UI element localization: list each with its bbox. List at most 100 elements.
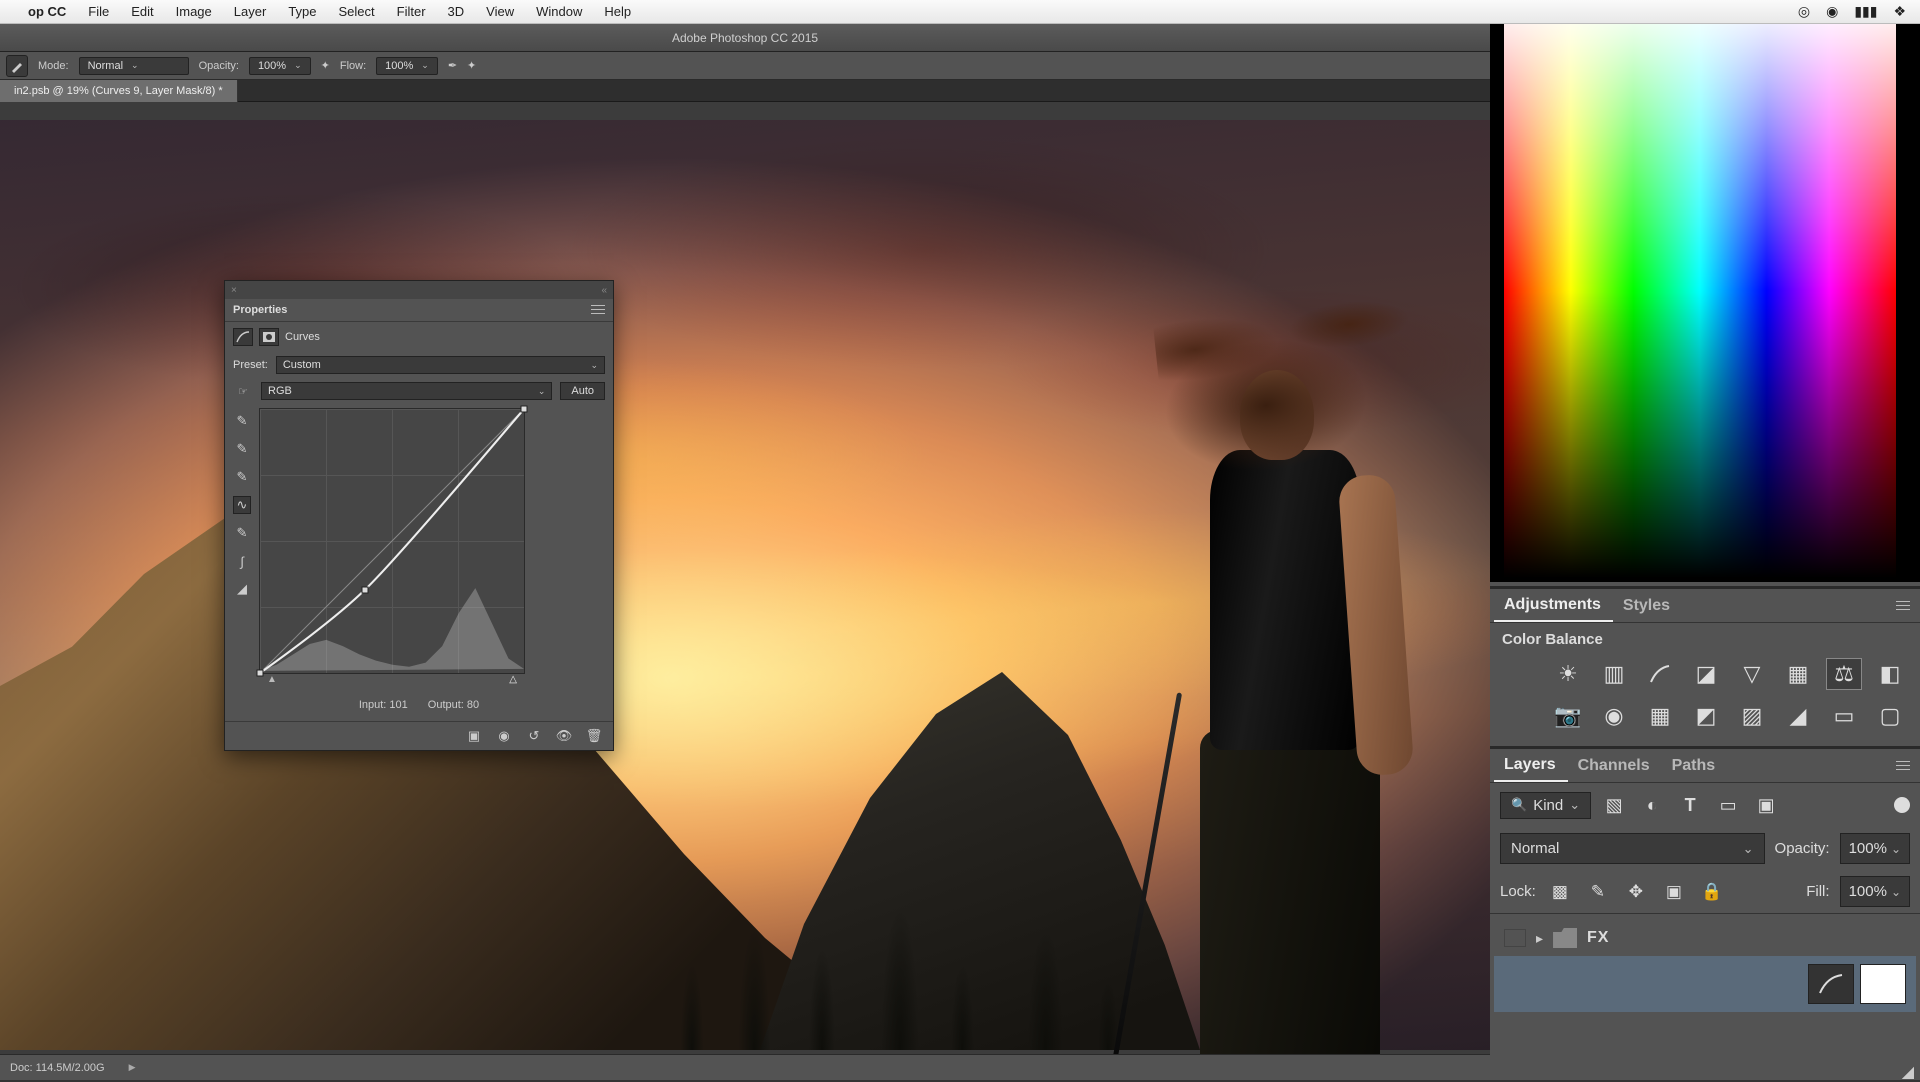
menu-view[interactable]: View bbox=[486, 4, 514, 19]
adjustment-thumbnail[interactable] bbox=[1808, 964, 1854, 1004]
tab-layers[interactable]: Layers bbox=[1494, 750, 1568, 782]
clip-to-layer-icon[interactable]: ▣ bbox=[465, 728, 483, 744]
layer-row-selected[interactable] bbox=[1494, 956, 1916, 1012]
mask-thumbnail[interactable] bbox=[1860, 964, 1906, 1004]
filter-pixel-icon[interactable]: ▧ bbox=[1599, 791, 1629, 819]
document-tab[interactable]: in2.psb @ 19% (Curves 9, Layer Mask/8) * bbox=[0, 80, 238, 102]
black-point-slider[interactable]: ▲ bbox=[267, 674, 277, 685]
eyedropper-gray-icon[interactable]: ✎ bbox=[233, 440, 251, 458]
filter-shape-icon[interactable]: ▭ bbox=[1713, 791, 1743, 819]
layer-opacity-input[interactable]: 100%⌄ bbox=[1840, 833, 1910, 864]
toggle-visibility-icon[interactable]: 👁 bbox=[555, 728, 573, 744]
posterize-icon[interactable]: ▨ bbox=[1734, 700, 1770, 732]
panel-menu-icon[interactable] bbox=[1896, 601, 1910, 611]
opacity-input[interactable]: 100%⌄ bbox=[249, 57, 311, 75]
color-lookup-icon[interactable]: ▦ bbox=[1642, 700, 1678, 732]
curve-point-highlights[interactable] bbox=[521, 406, 528, 413]
battery-icon[interactable]: ▮▮▮ bbox=[1854, 3, 1877, 20]
eyedropper-white-icon[interactable]: ✎ bbox=[233, 468, 251, 486]
menu-edit[interactable]: Edit bbox=[131, 4, 153, 19]
delete-adjustment-icon[interactable]: 🗑 bbox=[585, 728, 603, 744]
filter-toggle[interactable] bbox=[1894, 797, 1910, 813]
layer-list[interactable]: ▸ FX bbox=[1490, 914, 1920, 1018]
histogram-options-icon[interactable]: ◢ bbox=[233, 580, 251, 598]
tab-styles[interactable]: Styles bbox=[1613, 591, 1682, 621]
menu-help[interactable]: Help bbox=[604, 4, 631, 19]
hue-saturation-icon[interactable]: ▦ bbox=[1780, 658, 1816, 690]
photo-filter-icon[interactable]: 📷 bbox=[1550, 700, 1586, 732]
panel-menu-icon[interactable] bbox=[1896, 761, 1910, 771]
doc-size[interactable]: Doc: 114.5M/2.00G bbox=[10, 1062, 105, 1074]
tool-preset-picker[interactable] bbox=[6, 55, 28, 77]
layer-name[interactable]: FX bbox=[1587, 929, 1609, 947]
menu-type[interactable]: Type bbox=[288, 4, 316, 19]
preset-select[interactable]: Custom⌄ bbox=[276, 356, 605, 374]
menu-3d[interactable]: 3D bbox=[448, 4, 465, 19]
edit-points-icon[interactable]: ∿ bbox=[233, 496, 251, 514]
output-value[interactable]: 80 bbox=[467, 699, 479, 711]
lock-pixels-icon[interactable]: ✎ bbox=[1584, 879, 1612, 905]
eyedropper-black-icon[interactable]: ✎ bbox=[233, 412, 251, 430]
adjustment-type-icon[interactable] bbox=[233, 328, 253, 346]
tab-adjustments[interactable]: Adjustments bbox=[1494, 590, 1613, 622]
menu-filter[interactable]: Filter bbox=[397, 4, 426, 19]
resize-grip-icon[interactable]: ◢ bbox=[1902, 1062, 1914, 1082]
gradient-map-icon[interactable]: ▭ bbox=[1826, 700, 1862, 732]
layer-blend-mode[interactable]: Normal⌄ bbox=[1500, 833, 1765, 864]
visibility-toggle[interactable] bbox=[1504, 929, 1526, 947]
disclosure-icon[interactable]: ▸ bbox=[1536, 930, 1543, 947]
tab-channels[interactable]: Channels bbox=[1568, 751, 1662, 781]
lock-position-icon[interactable]: ✥ bbox=[1622, 879, 1650, 905]
hue-slider[interactable] bbox=[1898, 4, 1906, 578]
app-menu[interactable]: op CC bbox=[28, 4, 66, 19]
filter-adjustment-icon[interactable]: ◐ bbox=[1637, 791, 1667, 819]
menu-select[interactable]: Select bbox=[339, 4, 375, 19]
status-icon[interactable]: ◉ bbox=[1826, 3, 1838, 20]
auto-button[interactable]: Auto bbox=[560, 382, 605, 400]
invert-icon[interactable]: ◩ bbox=[1688, 700, 1724, 732]
white-point-slider[interactable]: △ bbox=[509, 674, 517, 685]
curves-icon[interactable] bbox=[1642, 658, 1678, 690]
layer-group-row[interactable]: ▸ FX bbox=[1494, 920, 1916, 956]
layer-fill-input[interactable]: 100%⌄ bbox=[1840, 876, 1910, 907]
view-previous-icon[interactable]: ◉ bbox=[495, 728, 513, 744]
status-icon[interactable]: ◎ bbox=[1798, 3, 1810, 20]
collapse-icon[interactable]: « bbox=[601, 285, 607, 296]
draw-curve-icon[interactable]: ✎ bbox=[233, 524, 251, 542]
color-balance-icon[interactable]: ⚖ bbox=[1826, 658, 1862, 690]
vibrance-icon[interactable]: ▽ bbox=[1734, 658, 1770, 690]
menu-window[interactable]: Window bbox=[536, 4, 582, 19]
color-spectrum[interactable] bbox=[1504, 4, 1896, 578]
properties-panel[interactable]: × « Properties Curves Preset: Custom⌄ ☞ … bbox=[224, 280, 614, 751]
channel-select[interactable]: RGB⌄ bbox=[261, 382, 552, 400]
airbrush-icon[interactable]: ✒ bbox=[448, 59, 457, 72]
flow-input[interactable]: 100%⌄ bbox=[376, 57, 438, 75]
pressure-size-icon[interactable]: ✦ bbox=[467, 59, 476, 72]
status-flyout-icon[interactable]: ▶ bbox=[129, 1062, 136, 1073]
black-white-icon[interactable]: ◧ bbox=[1872, 658, 1908, 690]
selective-color-icon[interactable]: ▢ bbox=[1872, 700, 1908, 732]
status-icon[interactable]: ❖ bbox=[1893, 3, 1906, 20]
targeted-adjust-icon[interactable]: ☞ bbox=[233, 385, 253, 398]
menu-image[interactable]: Image bbox=[176, 4, 212, 19]
color-panel[interactable] bbox=[1490, 0, 1920, 582]
brightness-contrast-icon[interactable]: ☀ bbox=[1550, 658, 1586, 690]
lock-all-icon[interactable]: 🔒 bbox=[1698, 879, 1726, 905]
close-panel-icon[interactable]: × bbox=[231, 285, 237, 296]
curve-point-mid[interactable] bbox=[361, 587, 368, 594]
blend-mode-select[interactable]: Normal⌄ bbox=[79, 57, 189, 75]
panel-header[interactable]: × « bbox=[225, 281, 613, 299]
filter-smart-icon[interactable]: ▣ bbox=[1751, 791, 1781, 819]
menu-file[interactable]: File bbox=[88, 4, 109, 19]
input-value[interactable]: 101 bbox=[389, 699, 407, 711]
mask-icon[interactable] bbox=[259, 328, 279, 346]
smooth-icon[interactable]: ∫ bbox=[233, 552, 251, 570]
lock-artboard-icon[interactable]: ▣ bbox=[1660, 879, 1688, 905]
channel-mixer-icon[interactable]: ◉ bbox=[1596, 700, 1632, 732]
menu-layer[interactable]: Layer bbox=[234, 4, 267, 19]
levels-icon[interactable]: ▥ bbox=[1596, 658, 1632, 690]
exposure-icon[interactable]: ◪ bbox=[1688, 658, 1724, 690]
layer-filter-kind[interactable]: 🔍Kind⌄ bbox=[1500, 792, 1591, 819]
curves-graph[interactable] bbox=[259, 408, 525, 674]
panel-menu-icon[interactable] bbox=[591, 305, 605, 315]
